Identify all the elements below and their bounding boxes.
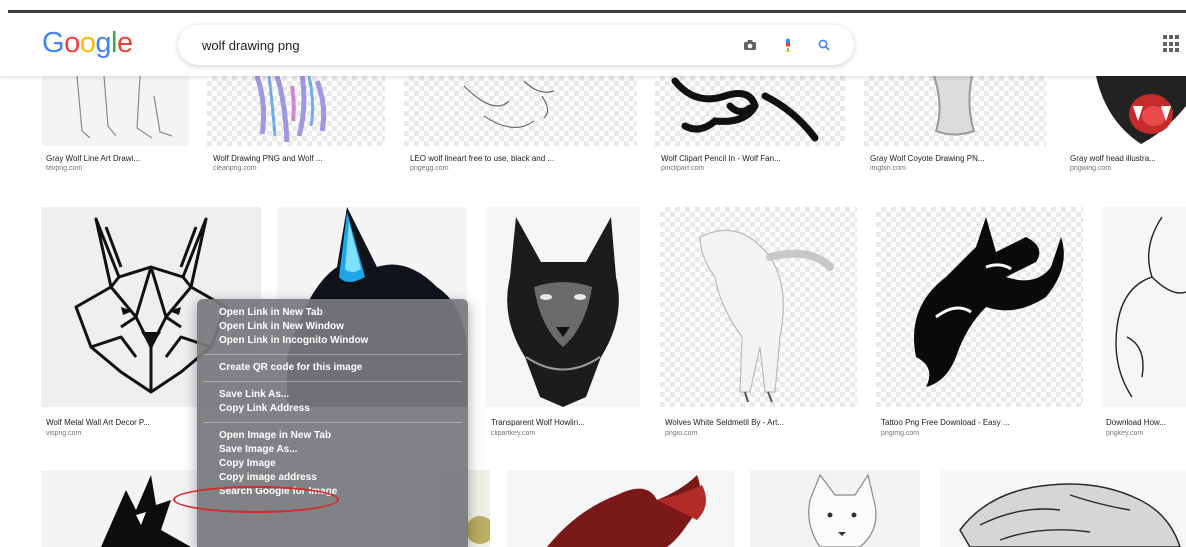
apps-grid-icon[interactable] <box>1163 35 1181 53</box>
microphone-icon[interactable] <box>778 35 798 55</box>
result-image[interactable] <box>404 76 637 146</box>
search-icon[interactable] <box>814 35 834 55</box>
result-image[interactable] <box>655 76 845 146</box>
result-image[interactable] <box>1066 76 1186 146</box>
google-logo[interactable]: Google <box>42 27 133 60</box>
result-source: pngkey.com <box>1106 430 1144 437</box>
search-box <box>178 25 854 65</box>
logo-letter: o <box>64 27 80 59</box>
logo-letter: G <box>42 27 65 59</box>
menu-save-link-as[interactable]: Save Link As... <box>197 388 468 402</box>
menu-open-link-incognito[interactable]: Open Link in Incognito Window <box>197 334 468 348</box>
search-header: Google <box>0 13 1186 76</box>
copy-image-highlight-annotation <box>173 486 339 513</box>
result-image[interactable] <box>507 470 735 547</box>
result-image[interactable] <box>940 470 1186 547</box>
result-source: clipartkey.com <box>491 430 536 437</box>
result-image[interactable] <box>864 76 1046 146</box>
result-image[interactable] <box>1102 207 1186 407</box>
menu-save-image-as[interactable]: Save Image As... <box>197 443 468 457</box>
menu-open-image-new-tab[interactable]: Open Image in New Tab <box>197 429 468 443</box>
result-source: pinclipart.com <box>661 165 705 172</box>
result-caption[interactable]: Gray Wolf Coyote Drawing PN... <box>870 154 1044 163</box>
result-caption[interactable]: Transparent Wolf Howlin... <box>491 418 641 427</box>
result-caption[interactable]: Gray wolf head illustra... <box>1070 154 1186 163</box>
result-caption[interactable]: Gray Wolf Line Art Drawi... <box>46 154 186 163</box>
result-caption[interactable]: Tattoo Png Free Download - Easy ... <box>881 418 1081 427</box>
result-caption[interactable]: LEO wolf lineart free to use, black and … <box>410 154 635 163</box>
result-caption[interactable]: Download How... <box>1106 418 1186 427</box>
result-source: favpng.com <box>46 165 83 172</box>
result-image[interactable] <box>486 207 640 407</box>
logo-letter: e <box>116 27 133 59</box>
browser-top-edge <box>0 0 1186 13</box>
result-source: pngio.com <box>665 430 698 437</box>
image-results-grid: Gray Wolf Line Art Drawi... favpng.com W… <box>0 76 1186 547</box>
result-source: vispng.com <box>46 430 82 437</box>
menu-copy-image[interactable]: Copy Image <box>197 457 468 471</box>
result-source: pngwing.com <box>1070 165 1112 172</box>
search-input[interactable] <box>202 34 722 56</box>
result-caption[interactable]: Wolves White Seldmetil By - Art... <box>665 418 855 427</box>
menu-separator <box>203 354 462 355</box>
logo-letter: o <box>79 27 96 59</box>
menu-copy-image-address[interactable]: Copy image address <box>197 471 468 485</box>
logo-letter: g <box>95 27 111 59</box>
result-caption[interactable]: Wolf Clipart Pencil In - Wolf Fan... <box>661 154 843 163</box>
result-image[interactable] <box>660 207 857 407</box>
menu-copy-link-address[interactable]: Copy Link Address <box>197 402 468 416</box>
result-source: cleanpng.com <box>213 165 257 172</box>
result-image[interactable] <box>41 470 211 547</box>
menu-separator <box>203 422 462 423</box>
result-source: pngegg.com <box>410 165 449 172</box>
menu-separator <box>203 381 462 382</box>
menu-open-link-new-tab[interactable]: Open Link in New Tab <box>197 306 468 320</box>
result-image[interactable] <box>42 76 189 146</box>
camera-icon[interactable] <box>740 35 760 55</box>
result-caption[interactable]: Wolf Metal Wall Art Decor P... <box>46 418 196 427</box>
result-image[interactable] <box>750 470 920 547</box>
result-image[interactable] <box>207 76 385 146</box>
result-source: pngimg.com <box>881 430 920 437</box>
menu-create-qr-code[interactable]: Create QR code for this image <box>197 361 468 375</box>
result-image[interactable] <box>876 207 1083 407</box>
menu-open-link-new-window[interactable]: Open Link in New Window <box>197 320 468 334</box>
result-source: imgbin.com <box>870 165 906 172</box>
result-caption[interactable]: Wolf Drawing PNG and Wolf ... <box>213 154 383 163</box>
